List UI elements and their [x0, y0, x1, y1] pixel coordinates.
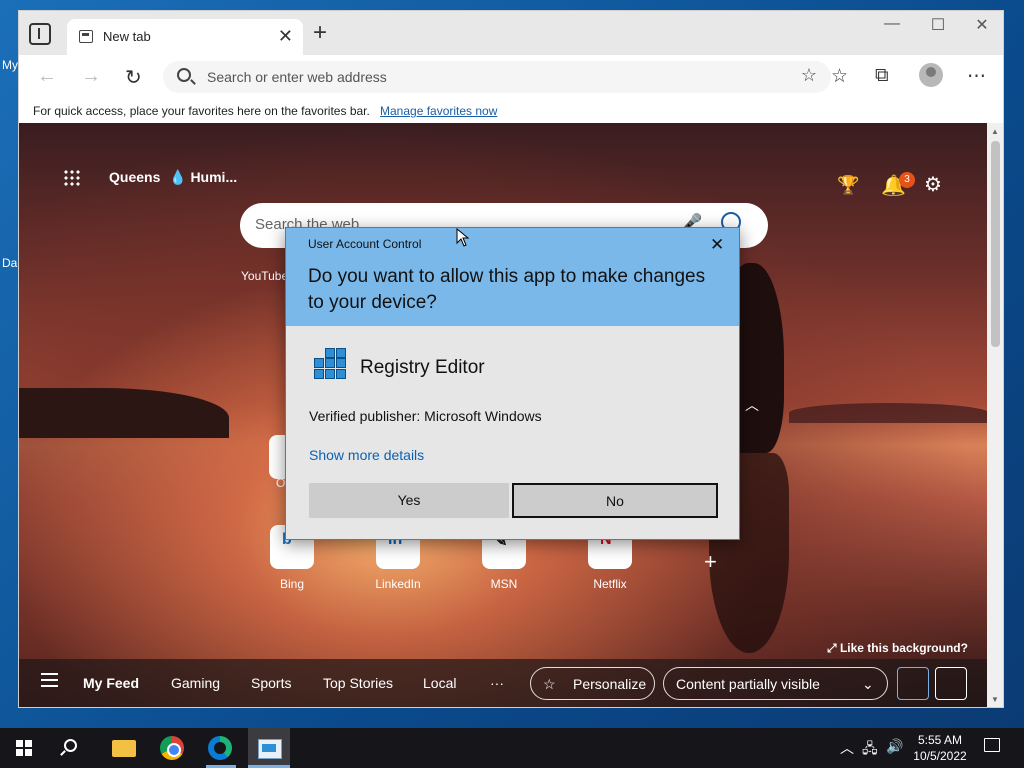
add-favorite-icon[interactable]: ☆ — [801, 65, 817, 86]
uac-header: User Account Control ✕ Do you want to al… — [286, 228, 739, 326]
clock-date: 10/5/2022 — [913, 749, 967, 763]
uac-dialog: User Account Control ✕ Do you want to al… — [285, 227, 740, 540]
feed-tab-local[interactable]: Local — [423, 675, 456, 691]
close-window-button[interactable]: ✕ — [959, 15, 1003, 35]
menu-icon[interactable] — [41, 673, 58, 687]
uac-publisher: Verified publisher: Microsoft Windows — [309, 408, 542, 424]
scroll-up-icon[interactable]: ▲ — [991, 127, 999, 136]
like-background-link[interactable]: ⤢ Like this background? — [827, 641, 968, 656]
registry-editor-icon — [314, 348, 348, 382]
clock-time: 5:55 AM — [917, 733, 963, 747]
feed-more-button[interactable]: ··· — [490, 675, 504, 691]
volume-icon[interactable]: 🔊 — [886, 738, 903, 755]
profile-avatar[interactable] — [919, 63, 943, 87]
uac-question: Do you want to allow this app to make ch… — [308, 266, 706, 313]
taskbar: ︿ 🖧 🔊 5:55 AM 10/5/2022 — [0, 728, 1024, 768]
like-background-label: Like this background? — [839, 641, 968, 655]
show-hidden-icons[interactable]: ︿ — [840, 738, 854, 758]
tab-actions-icon[interactable] — [29, 23, 51, 45]
mouse-cursor-icon — [456, 228, 470, 247]
grid-layout-icon[interactable] — [897, 667, 929, 700]
weather-label: Humi... — [190, 169, 238, 185]
notification-count-badge: 3 — [899, 172, 915, 188]
rewards-icon[interactable]: 🏆 — [837, 175, 859, 196]
forward-button[interactable]: → — [81, 65, 101, 88]
browser-toolbar: ← → ↻ Search or enter web address ☆ ☆ ⧉ … — [19, 55, 1003, 101]
weather-widget[interactable]: 💧 Humi... — [169, 169, 237, 186]
top-site-tile[interactable] — [269, 435, 285, 479]
manage-favorites-link[interactable]: Manage favorites now — [380, 104, 497, 118]
uac-title: User Account Control — [308, 237, 422, 251]
list-layout-icon[interactable] — [935, 667, 967, 700]
more-options-icon[interactable]: ⋯ — [967, 65, 986, 88]
content-visibility-dropdown[interactable]: Content partially visible ⌄ — [663, 667, 888, 700]
address-bar[interactable]: Search or enter web address ☆ — [163, 61, 831, 93]
show-more-details-link[interactable]: Show more details — [309, 447, 424, 463]
file-explorer-icon[interactable] — [110, 734, 138, 762]
add-site-button[interactable]: + — [704, 549, 717, 575]
edge-icon[interactable] — [206, 734, 234, 762]
minimize-button[interactable]: — — [869, 15, 915, 33]
new-tab-page-icon — [79, 30, 93, 43]
chevron-up-icon[interactable]: ︿ — [745, 395, 759, 415]
scroll-down-icon[interactable]: ▼ — [991, 695, 999, 704]
desktop-icon-label[interactable]: Da — [2, 256, 17, 270]
top-site-label[interactable]: MSN — [459, 577, 549, 591]
feed-tab-gaming[interactable]: Gaming — [171, 675, 220, 691]
content-visibility-label: Content partially visible — [676, 676, 820, 692]
humidity-icon: 💧 — [169, 169, 187, 185]
no-button[interactable]: No — [512, 483, 718, 518]
desktop-icon-label[interactable]: My — [2, 58, 18, 72]
address-input[interactable]: Search or enter web address — [207, 69, 387, 85]
personalize-label: Personalize — [573, 676, 647, 692]
feed-tab-sports[interactable]: Sports — [251, 675, 291, 691]
app-launcher-icon[interactable] — [63, 169, 81, 187]
chevron-down-icon: ⌄ — [862, 676, 874, 692]
page-scrollbar[interactable]: ▲ ▼ — [987, 123, 1003, 707]
notification-center-icon[interactable] — [984, 738, 1000, 752]
favorites-bar: For quick access, place your favorites h… — [19, 101, 1003, 123]
top-site-label[interactable]: YouTube — [241, 269, 288, 283]
collections-icon[interactable]: ⧉ — [875, 65, 889, 87]
clock[interactable]: 5:55 AM 10/5/2022 — [910, 732, 970, 764]
feed-tab-top-stories[interactable]: Top Stories — [323, 675, 393, 691]
tab-new-tab[interactable]: New tab ✕ — [67, 19, 303, 55]
background-image — [19, 388, 229, 438]
background-image — [789, 403, 987, 423]
back-button[interactable]: ← — [37, 65, 57, 88]
refresh-button[interactable]: ↻ — [125, 65, 142, 90]
personalize-button[interactable]: ☆ Personalize — [530, 667, 655, 700]
expand-icon: ⤢ — [827, 641, 840, 655]
top-site-label[interactable]: Bing — [247, 577, 337, 591]
new-tab-button[interactable]: + — [313, 19, 327, 47]
feed-tab-my-feed[interactable]: My Feed — [83, 675, 139, 691]
top-site-label[interactable]: Netflix — [565, 577, 655, 591]
network-icon[interactable]: 🖧 — [862, 738, 878, 762]
yes-button[interactable]: Yes — [309, 483, 509, 518]
top-site-label[interactable]: O — [276, 476, 285, 490]
search-icon — [177, 68, 191, 82]
favorites-icon[interactable]: ☆ — [831, 65, 848, 88]
close-tab-icon[interactable]: ✕ — [278, 26, 293, 47]
tab-title: New tab — [103, 29, 151, 44]
favorites-bar-message: For quick access, place your favorites h… — [33, 104, 370, 118]
feed-bar: My Feed Gaming Sports Top Stories Local … — [19, 659, 987, 707]
start-button[interactable] — [16, 740, 32, 756]
scrollbar-thumb[interactable] — [991, 141, 1000, 347]
tab-strip: New tab ✕ + — ☐ ✕ — [19, 11, 1003, 55]
uac-app-name: Registry Editor — [360, 357, 485, 378]
settings-gear-icon[interactable]: ⚙ — [924, 172, 942, 197]
maximize-button[interactable]: ☐ — [915, 15, 961, 35]
registry-editor-icon[interactable] — [255, 734, 283, 762]
top-site-label[interactable]: LinkedIn — [353, 577, 443, 591]
location-label[interactable]: Queens — [109, 169, 160, 185]
search-icon[interactable] — [64, 739, 77, 752]
star-icon: ☆ — [543, 676, 556, 692]
chrome-icon[interactable] — [158, 734, 186, 762]
close-icon[interactable]: ✕ — [710, 235, 724, 255]
